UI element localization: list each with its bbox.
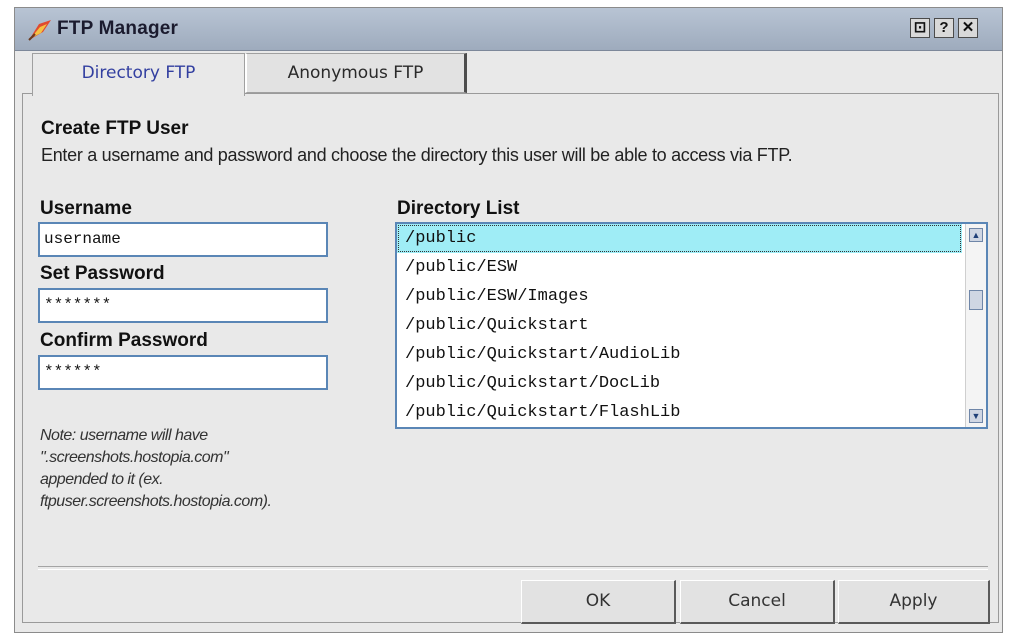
username-label: Username bbox=[40, 198, 132, 219]
help-button[interactable]: ? bbox=[934, 18, 954, 38]
confirm-password-label: Confirm Password bbox=[40, 330, 208, 351]
tab-directory-ftp[interactable]: Directory FTP bbox=[32, 53, 245, 96]
list-item[interactable]: /public/Quickstart/FlashLib bbox=[397, 398, 962, 427]
window-title: FTP Manager bbox=[57, 18, 179, 39]
directory-scrollbar[interactable]: ▲ ▼ bbox=[965, 224, 986, 427]
section-heading: Create FTP User bbox=[41, 118, 189, 139]
scrollbar-thumb[interactable] bbox=[969, 290, 983, 310]
note-line: Note: username will have bbox=[40, 427, 208, 444]
ok-button[interactable]: OK bbox=[521, 580, 676, 624]
minimize-button[interactable]: ⊡ bbox=[910, 18, 930, 38]
note-line: ftpuser.screenshots.hostopia.com). bbox=[40, 493, 272, 510]
section-description: Enter a username and password and choose… bbox=[41, 145, 793, 165]
apply-button[interactable]: Apply bbox=[838, 580, 990, 624]
confirm-password-field[interactable]: ****** bbox=[38, 355, 328, 390]
directory-listbox[interactable]: /public /public/ESW /public/ESW/Images /… bbox=[395, 222, 988, 429]
username-field[interactable]: username bbox=[38, 222, 328, 257]
scroll-up-arrow-icon[interactable]: ▲ bbox=[969, 228, 983, 242]
ftp-manager-icon bbox=[28, 20, 51, 41]
list-item[interactable]: /public/Quickstart bbox=[397, 311, 962, 340]
directory-list-label: Directory List bbox=[397, 198, 520, 219]
cancel-button[interactable]: Cancel bbox=[680, 580, 835, 624]
list-item[interactable]: /public bbox=[397, 224, 962, 253]
scroll-down-arrow-icon[interactable]: ▼ bbox=[969, 409, 983, 423]
title-bar[interactable]: FTP Manager ⊡ ? ✕ bbox=[15, 8, 1002, 51]
list-item[interactable]: /public/ESW bbox=[397, 253, 962, 282]
help-icon: ? bbox=[939, 19, 949, 36]
set-password-label: Set Password bbox=[40, 263, 165, 284]
close-icon: ✕ bbox=[961, 19, 975, 36]
button-divider bbox=[38, 566, 988, 570]
list-item[interactable]: /public/Quickstart/AudioLib bbox=[397, 340, 962, 369]
username-note: Note: username will have ".screenshots.h… bbox=[40, 425, 390, 513]
list-item[interactable]: /public/ESW/Images bbox=[397, 282, 962, 311]
tab-anonymous-ftp[interactable]: Anonymous FTP bbox=[245, 53, 467, 93]
set-password-field[interactable]: ******* bbox=[38, 288, 328, 323]
close-button[interactable]: ✕ bbox=[958, 18, 978, 38]
directory-items: /public /public/ESW /public/ESW/Images /… bbox=[397, 224, 962, 427]
list-item[interactable]: /public/Quickstart/DocLib bbox=[397, 369, 962, 398]
note-line: ".screenshots.hostopia.com" bbox=[40, 449, 229, 466]
note-line: appended to it (ex. bbox=[40, 471, 164, 488]
minimize-icon: ⊡ bbox=[913, 19, 927, 36]
